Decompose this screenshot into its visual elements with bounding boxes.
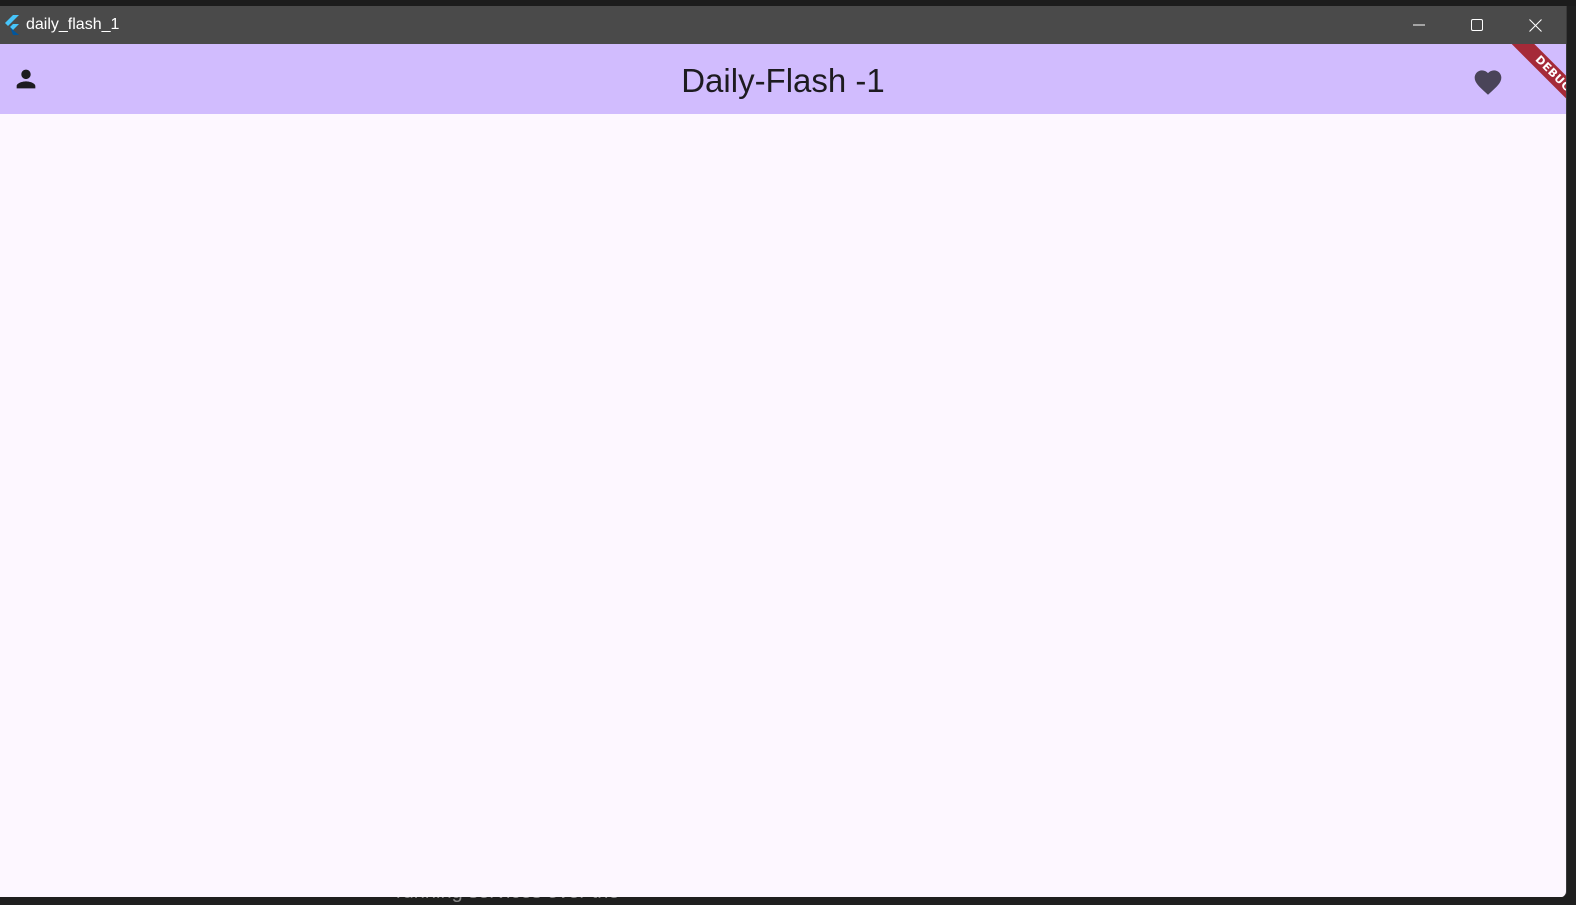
- maximize-button[interactable]: [1448, 6, 1506, 44]
- page-title: Daily-Flash -1: [681, 62, 885, 99]
- flutter-logo-icon: [5, 15, 19, 35]
- minimize-button[interactable]: [1390, 6, 1448, 44]
- minimize-icon: [1413, 24, 1425, 26]
- heart-icon[interactable]: [1472, 66, 1504, 96]
- window-titlebar[interactable]: daily_flash_1: [0, 6, 1566, 44]
- app-bar: Daily-Flash -1: [0, 44, 1566, 114]
- close-icon: [1528, 18, 1542, 32]
- window-title: daily_flash_1: [26, 16, 120, 33]
- app-body: [0, 114, 1566, 897]
- app-window: daily_flash_1 Daily-Flash -1 DEBUG: [0, 6, 1567, 897]
- maximize-icon: [1471, 19, 1483, 31]
- close-button[interactable]: [1506, 6, 1564, 44]
